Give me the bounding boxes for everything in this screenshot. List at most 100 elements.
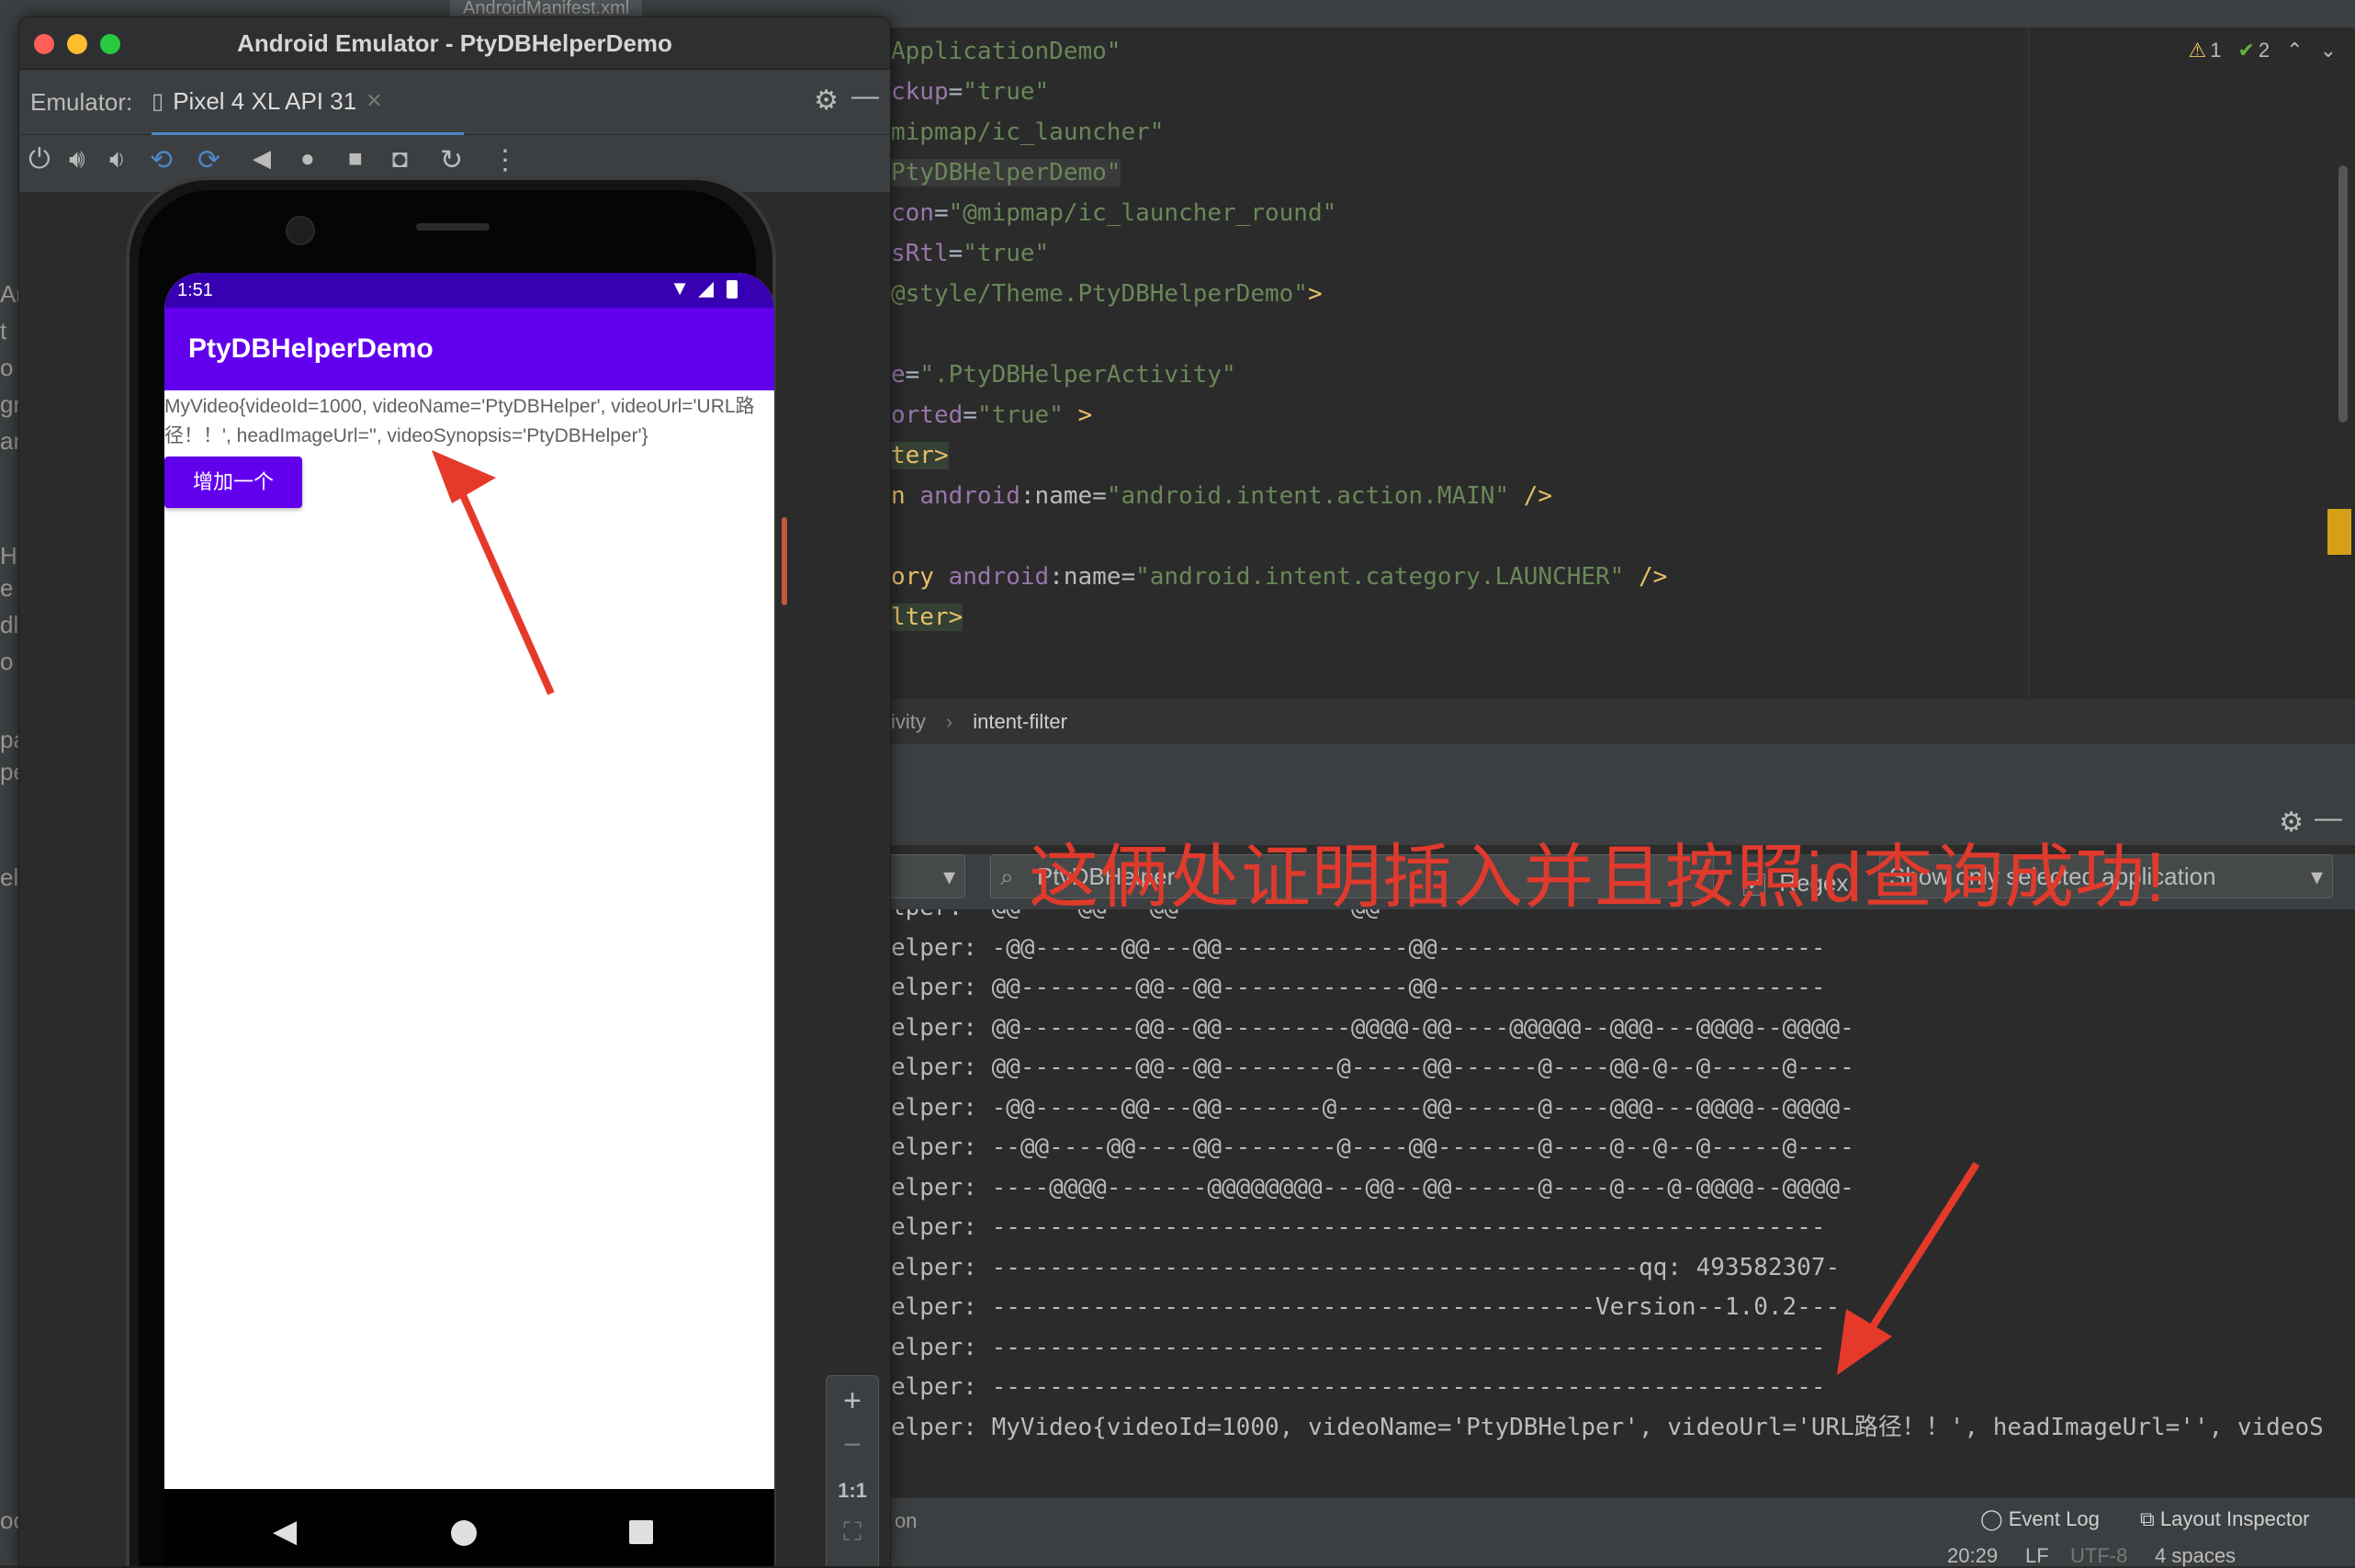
code-line: ory android:name="android.intent.categor… bbox=[891, 557, 1667, 597]
annotation-text: 这俩处证明插入并且按照id查询成功! bbox=[1029, 839, 2167, 917]
gear-icon[interactable]: ⚙ bbox=[2279, 807, 2304, 839]
status-time: 1:51 bbox=[177, 280, 213, 300]
line-separator[interactable]: LF bbox=[2025, 1544, 2049, 1568]
caret-position[interactable]: 20:29 bbox=[1947, 1544, 1998, 1568]
rotate-left-icon[interactable]: ⟲ bbox=[150, 144, 186, 181]
breadcrumb-separator: › bbox=[945, 710, 953, 733]
code-token: "true" bbox=[976, 401, 1064, 429]
check-icon: ✔ bbox=[2237, 39, 2255, 62]
code-token: "true" bbox=[963, 78, 1050, 106]
editor-marker bbox=[2327, 509, 2351, 555]
code-token: e bbox=[891, 361, 906, 389]
rotate-right-icon[interactable]: ⟳ bbox=[197, 144, 234, 181]
code-line: sRtl="true" bbox=[891, 233, 1049, 274]
minimize-icon[interactable]: — bbox=[851, 81, 879, 112]
device-tab[interactable]: ▯ Pixel 4 XL API 31 ✕ bbox=[152, 70, 464, 136]
android-nav-bar: ◀ bbox=[164, 1489, 774, 1566]
code-token: orted bbox=[891, 401, 963, 429]
code-line: ckup="true" bbox=[891, 72, 1049, 112]
check-count: 2 bbox=[2258, 39, 2270, 62]
code-token: /> bbox=[1624, 563, 1668, 591]
file-encoding[interactable]: UTF-8 bbox=[2070, 1544, 2127, 1568]
search-icon: ⌕ bbox=[1000, 863, 1014, 890]
status-left-text: on bbox=[895, 1509, 918, 1532]
left-strip-label: t bbox=[0, 317, 7, 344]
code-token: ter> bbox=[891, 442, 949, 469]
code-token: sRtl bbox=[891, 240, 949, 267]
left-strip-label: e bbox=[0, 574, 14, 602]
android-status-bar: 1:51 ▼ ◢ bbox=[164, 273, 774, 308]
event-log-label: Event Log bbox=[2008, 1507, 2100, 1530]
ide-status-bar: on ◯ Event Log ⧉ Layout Inspector 20:29 … bbox=[891, 1497, 2355, 1568]
left-strip-label: dl bbox=[0, 611, 19, 638]
event-log-button[interactable]: ◯ Event Log bbox=[1980, 1507, 2100, 1531]
indent-setting[interactable]: 4 spaces bbox=[2155, 1544, 2236, 1568]
nav-home-icon[interactable] bbox=[451, 1520, 477, 1546]
code-line: lter> bbox=[891, 597, 963, 637]
zoom-in-icon[interactable]: + bbox=[827, 1383, 878, 1419]
device-icon: ▯ bbox=[152, 88, 164, 114]
tool-window-gap bbox=[891, 744, 2355, 799]
zoom-out-icon[interactable]: − bbox=[827, 1427, 878, 1463]
zoom-panel: + − 1:1 ⛶ bbox=[826, 1375, 879, 1566]
log-level-select[interactable]: ▾ bbox=[891, 854, 965, 898]
code-line: ApplicationDemo" bbox=[891, 31, 1121, 72]
arrow-to-logcat-result bbox=[1837, 1161, 1980, 1375]
code-token: ApplicationDemo" bbox=[891, 38, 1121, 65]
log-line: elper: @@--------@@--@@--------@-----@@-… bbox=[891, 1054, 1854, 1081]
code-token: "@mipmap/ic_launcher_round" bbox=[948, 199, 1337, 227]
volume-up-icon[interactable]: 🔊︎ bbox=[69, 144, 106, 181]
left-strip-label: o bbox=[0, 354, 14, 381]
breadcrumb-item-activity[interactable]: ivity bbox=[891, 710, 926, 734]
gear-icon[interactable]: ⚙ bbox=[814, 85, 839, 117]
log-line: elper: @@--------@@--@@-------------@@--… bbox=[891, 974, 1826, 1001]
event-log-icon: ◯ bbox=[1980, 1507, 2003, 1530]
code-token: /> bbox=[1509, 482, 1553, 510]
volume-down-icon[interactable]: 🔉︎ bbox=[109, 144, 146, 181]
log-line: elper: ---------------------------------… bbox=[891, 1293, 1841, 1321]
more-icon[interactable]: ⋮ bbox=[491, 144, 528, 181]
breadcrumb-item-intent-filter[interactable]: intent-filter bbox=[973, 710, 1067, 734]
emulator-window: Android Emulator - PtyDBHelperDemo Emula… bbox=[18, 17, 891, 1567]
inspection-indicators[interactable]: ⚠ 1 ✔ 2 ⌃ ⌄ bbox=[2188, 39, 2337, 62]
logcat-output[interactable]: lper: @@ @@ @@ @@elper: -@@------@@---@@… bbox=[891, 909, 2355, 1497]
code-token: > bbox=[1063, 401, 1093, 429]
code-token: = bbox=[933, 199, 949, 227]
code-token: = bbox=[948, 240, 963, 267]
home-icon[interactable]: ● bbox=[300, 144, 337, 181]
log-line: elper: ---------------------------------… bbox=[891, 1253, 1841, 1281]
log-line: elper: -@@------@@---@@-------------@@--… bbox=[891, 933, 1826, 962]
chevron-up-icon[interactable]: ⌃ bbox=[2286, 39, 2303, 62]
nav-back-icon[interactable]: ◀ bbox=[273, 1513, 297, 1550]
power-icon[interactable]: ⏻ bbox=[28, 144, 65, 181]
chevron-down-icon[interactable]: ⌄ bbox=[2320, 39, 2337, 62]
side-button[interactable] bbox=[782, 517, 787, 605]
add-one-button[interactable]: 增加一个 bbox=[164, 457, 302, 508]
code-token: = bbox=[948, 78, 963, 106]
snapshot-icon[interactable]: ↻ bbox=[440, 144, 477, 181]
nav-overview-icon[interactable] bbox=[629, 1520, 653, 1544]
editor-scrollbar[interactable] bbox=[2338, 165, 2348, 423]
layout-inspector-button[interactable]: ⧉ Layout Inspector bbox=[2140, 1507, 2310, 1531]
overview-icon[interactable]: ■ bbox=[348, 144, 385, 181]
code-token: "android.intent.action.MAIN" bbox=[1106, 482, 1510, 510]
zoom-ratio-button[interactable]: 1:1 bbox=[827, 1479, 878, 1503]
code-token: = bbox=[905, 361, 920, 389]
back-icon[interactable]: ◀ bbox=[253, 144, 289, 181]
close-tab-icon[interactable]: ✕ bbox=[366, 89, 382, 113]
code-line: con="@mipmap/ic_launcher_round" bbox=[891, 193, 1336, 233]
minimize-icon[interactable]: — bbox=[2315, 803, 2342, 834]
code-token: :name= bbox=[1049, 563, 1136, 591]
code-token: @style/Theme.PtyDBHelperDemo" bbox=[891, 280, 1308, 308]
fit-screen-icon[interactable]: ⛶ bbox=[827, 1517, 878, 1548]
emulator-title-bar[interactable]: Android Emulator - PtyDBHelperDemo bbox=[19, 17, 890, 70]
code-editor[interactable]: ApplicationDemo" ckup="true" mipmap/ic_lau… bbox=[891, 28, 2355, 698]
log-line: elper: -@@------@@---@@-------@------@@-… bbox=[891, 1093, 1854, 1122]
code-token: ckup bbox=[891, 78, 949, 106]
camera-icon[interactable]: ◘ bbox=[392, 144, 429, 181]
chevron-down-icon: ▾ bbox=[2310, 863, 2323, 890]
device-tab-label: Pixel 4 XL API 31 bbox=[173, 86, 357, 115]
code-token: ory bbox=[891, 563, 949, 591]
ide-left-strip: Ar t o gr ar He dl o pa pe el_ oo bbox=[0, 28, 32, 1565]
arrow-to-result-text bbox=[432, 450, 555, 695]
